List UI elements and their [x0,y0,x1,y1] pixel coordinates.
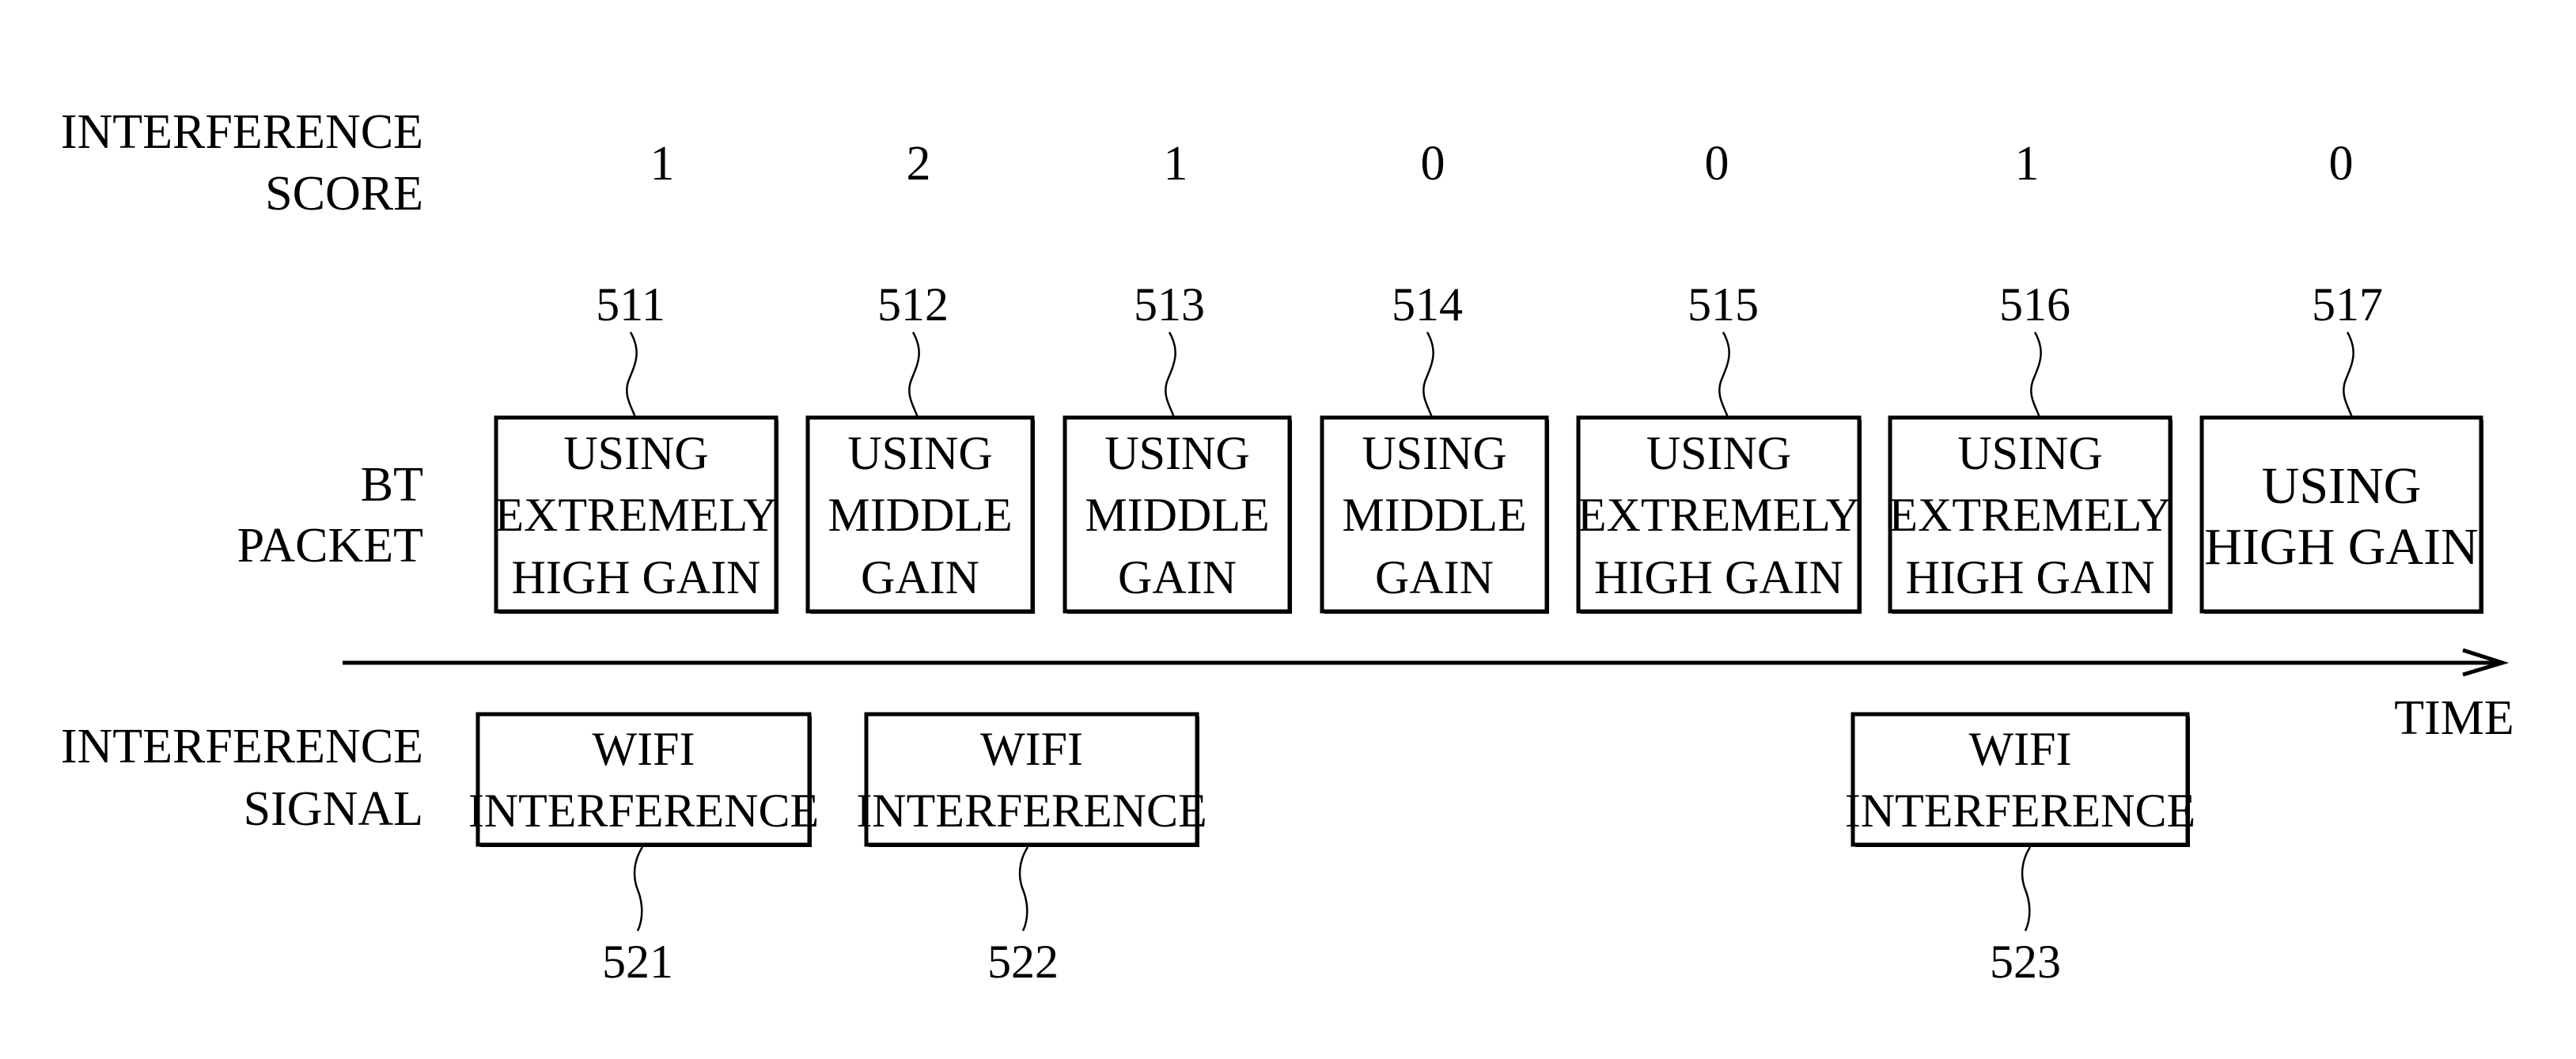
row-label-interference-signal: INTERFERENCE SIGNAL [61,720,423,836]
interference-signal-521: WIFI INTERFERENCE 521 [468,712,819,988]
reference-numeral: 515 [1688,278,1759,331]
row-label-line: PACKET [237,519,423,573]
row-label-line: BT [361,458,423,512]
leader-line [2030,331,2042,418]
reference-numeral: 512 [877,278,949,331]
interference-score-value: 2 [907,137,931,191]
packet-box-text: MIDDLE [1085,489,1269,541]
leader-line [626,331,638,418]
signal-box-text: INTERFERENCE [468,785,819,837]
reference-numeral: 522 [987,936,1059,988]
interference-scores: 1 2 1 0 0 1 0 [650,137,2354,191]
interference-signal-522: WIFI INTERFERENCE 522 [856,712,1207,988]
leader-line [2343,331,2354,418]
signal-box-text: WIFI [980,723,1083,775]
bt-packet-517: 517 USINGHIGH GAIN [2199,278,2483,614]
packet-box-text: HIGH GAIN [1594,551,1843,603]
reference-numeral: 514 [1392,278,1463,331]
row-label-line: SIGNAL [244,782,423,836]
packet-box-text: HIGH GAIN [1906,551,2155,603]
bt-packet-513: 513 USING MIDDLE GAIN [1063,278,1292,614]
signal-box-text: INTERFERENCE [856,785,1207,837]
leader-line [1165,331,1176,418]
packet-box-text: GAIN [1375,551,1494,603]
packet-box-text: USING [563,427,708,479]
signal-box-text: WIFI [593,723,695,775]
interference-score-value: 0 [1705,137,1729,191]
leader-line [1422,331,1434,418]
leader-line [633,846,644,932]
time-axis-label: TIME [2394,691,2514,745]
reference-numeral: 521 [602,936,673,988]
reference-numeral: 517 [2312,278,2383,331]
bt-packet-511: 511 USING EXTREMELY HIGH GAIN [494,278,778,614]
packet-box-text: MIDDLE [828,489,1012,541]
packet-box-text: GAIN [1118,551,1237,603]
bt-packet-515: 515 USING EXTREMELY HIGH GAIN [1576,278,1862,614]
interference-score-value: 0 [1421,137,1445,191]
bt-packet-row: 511 USING EXTREMELY HIGH GAIN 512 USING MIDDLE… [494,278,2483,614]
leader-line [1018,846,1029,932]
signal-box-text: INTERFERENCE [1845,785,2195,837]
packet-box-text: USING [1362,427,1506,479]
packet-box-text: USING [847,427,992,479]
interference-score-value: 1 [2015,137,2040,191]
packet-box-text: GAIN [861,551,979,603]
packet-box-text: HIGH GAIN [2204,518,2478,576]
row-label-line: INTERFERENCE [61,720,423,773]
interference-score-value: 0 [2329,137,2354,191]
reference-numeral: 513 [1134,278,1205,331]
packet-box-text: USING [2262,457,2422,515]
packet-box-text: EXTREMELY [1888,489,2171,541]
packet-box-text: USING [1646,427,1791,479]
interference-score-value: 1 [650,137,675,191]
packet-box-text: EXTREMELY [494,489,777,541]
interference-score-value: 1 [1164,137,1188,191]
reference-numeral: 516 [1999,278,2070,331]
reference-numeral: 523 [1990,936,2061,988]
reference-numeral: 511 [596,278,665,331]
interference-signal-row: WIFIINTERFERENCE521WIFIINTERFERENCE522WI… [468,712,2195,988]
bt-packet-512: 512 USING MIDDLE GAIN [805,278,1035,614]
packet-box-text: MIDDLE [1342,489,1526,541]
bt-packet-516: 516 USING EXTREMELY HIGH GAIN [1888,278,2173,614]
timing-diagram: INTERFERENCE SCORE BT PACKET INTERFERENC… [61,105,2514,988]
packet-box-text: USING [1957,427,2102,479]
interference-signal-523: WIFI INTERFERENCE 523 [1845,712,2195,988]
packet-box-text: EXTREMELY [1578,489,1860,541]
row-label-interference-score: INTERFERENCE SCORE [61,105,423,221]
leader-line [908,331,920,418]
bt-packet-514: 514 USING MIDDLE GAIN [1320,278,1549,614]
row-label-bt-packet: BT PACKET [237,458,423,573]
packet-box-text: USING [1104,427,1249,479]
leader-line [2021,846,2032,932]
row-label-line: INTERFERENCE [61,105,423,159]
leader-line [1718,331,1730,418]
row-label-line: SCORE [265,167,423,221]
signal-box-text: WIFI [1969,723,2072,775]
packet-box-text: HIGH GAIN [512,551,761,603]
